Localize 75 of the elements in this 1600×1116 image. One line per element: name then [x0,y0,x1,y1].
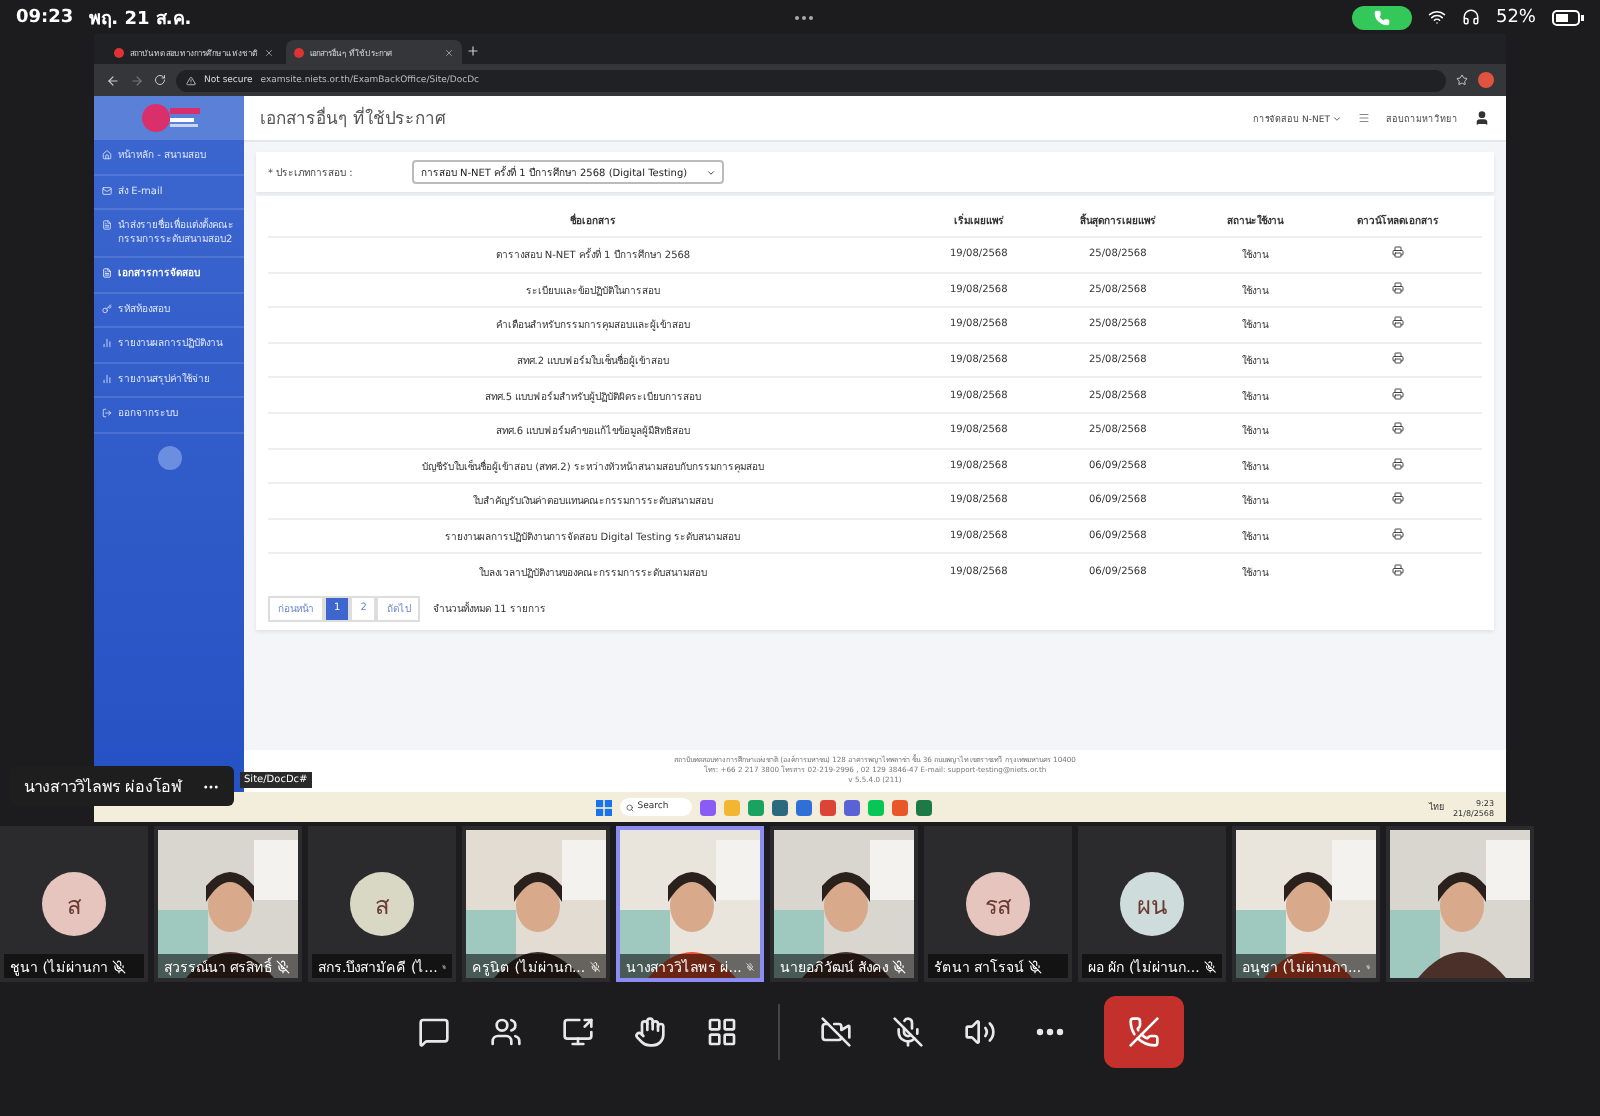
back-icon[interactable] [106,73,120,87]
status-time: 09:23 [16,7,74,27]
print-icon[interactable] [1392,387,1405,400]
mic-off-icon [892,959,907,973]
wifi-icon [1427,8,1446,26]
chart-icon [102,373,112,383]
grid-icon [705,1015,737,1047]
print-icon[interactable] [1392,246,1405,259]
mic-off-icon [276,959,291,973]
print-icon[interactable] [1392,492,1405,505]
hang-up-icon [1127,1015,1159,1047]
mic-off-icon [111,959,126,973]
mic-button[interactable] [891,1015,923,1047]
people-icon [489,1015,521,1047]
document-icon [102,268,112,278]
profile-icon[interactable] [1478,72,1494,88]
print-icon[interactable] [1392,352,1405,365]
hand-icon [633,1015,665,1047]
participant-avatar: ส [42,872,106,936]
reload-icon[interactable] [154,74,166,86]
print-icon[interactable] [1392,316,1405,329]
chat-icon [417,1015,449,1047]
participant-avatar: ส [350,872,414,936]
more-button[interactable] [1035,1027,1063,1035]
print-icon[interactable] [1392,563,1405,576]
caret-icon [706,167,717,177]
print-icon[interactable] [1392,422,1405,435]
phone-icon [1373,9,1390,25]
share-button[interactable] [561,1015,593,1047]
print-icon[interactable] [1392,457,1405,470]
mail-icon [102,185,112,195]
presenter-name: นางสาววิไลพร ผ่องโอฬ [24,775,182,799]
user-icon[interactable] [1474,110,1490,126]
share-screen-icon [561,1015,593,1047]
bookmark-icon[interactable] [1456,74,1468,86]
battery-level: 52% [1495,7,1536,27]
mic-off-icon [1203,959,1216,973]
logo-icon [137,102,201,134]
favicon-icon [114,47,124,57]
windows-icon[interactable] [595,799,612,815]
mic-off-icon [589,959,600,973]
raise-hand-button[interactable] [633,1015,665,1047]
mic-off-icon [1028,959,1043,973]
participant-avatar: ผน [1120,872,1184,936]
print-icon[interactable] [1392,528,1405,541]
forward-icon[interactable] [130,73,144,87]
camera-off-icon [819,1015,851,1047]
participant-avatar: รส [966,872,1030,936]
mic-off-icon [745,959,754,973]
caret-icon[interactable] [1332,113,1342,123]
apps-button[interactable] [705,1015,737,1047]
print-icon[interactable] [1392,281,1405,294]
logout-icon [102,408,112,418]
new-tab-icon[interactable] [466,44,480,58]
speaker-icon [963,1015,995,1047]
home-icon [102,150,112,160]
favicon-icon [294,47,304,57]
battery-icon [1552,9,1584,25]
leave-call-button[interactable] [1103,995,1183,1067]
chart-icon [102,338,112,348]
document-icon [102,220,112,230]
search-icon [625,803,634,811]
status-date: พฤ. 21 ส.ค. [89,7,192,31]
warning-icon [186,75,196,85]
chat-button[interactable] [417,1015,449,1047]
camera-button[interactable] [819,1015,851,1047]
page-title: เอกสารอื่นๆ ที่ใช้ประกาศ [260,104,446,132]
key-icon [102,303,112,313]
menu-icon[interactable] [1358,112,1370,124]
headphones-icon [1461,8,1480,26]
more-icon [1035,1027,1063,1035]
call-button[interactable] [1351,5,1412,29]
mic-off-icon [891,1015,923,1047]
people-button[interactable] [489,1015,521,1047]
speaker-button[interactable] [963,1015,995,1047]
